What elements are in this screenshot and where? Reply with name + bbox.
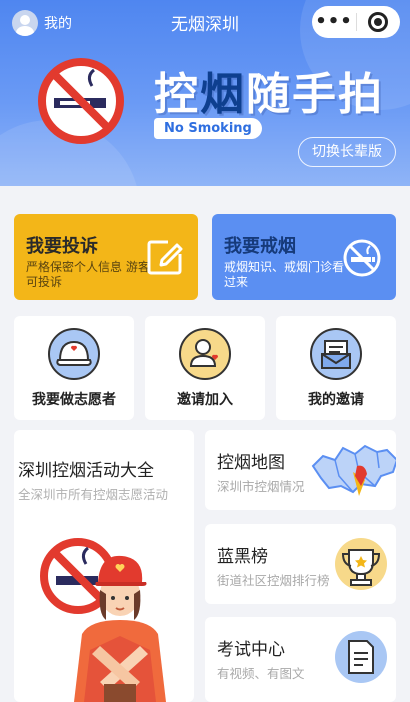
map-title: 控烟地图	[217, 453, 285, 473]
hero-banner: 我的 无烟深圳 ••• 控烟随手拍 No Smoking 切换长辈版	[0, 0, 410, 186]
no-smoking-sign-icon	[36, 56, 126, 150]
my-invitation-icon	[310, 328, 362, 380]
close-mini-program-icon[interactable]	[357, 6, 400, 38]
hero-title: 控烟随手拍	[154, 69, 384, 120]
exam-center-card[interactable]: 考试中心 有视频、有图文	[205, 617, 396, 702]
smoke-control-map-card[interactable]: 控烟地图 深圳市控烟情况	[205, 430, 396, 510]
quit-smoking-title: 我要戒烟	[224, 236, 296, 257]
activity-title: 深圳控烟活动大全	[18, 461, 154, 481]
no-smoking-tag: No Smoking	[154, 118, 262, 139]
volunteer-shortcut[interactable]: 我要做志愿者	[14, 316, 134, 420]
exam-title: 考试中心	[217, 640, 285, 660]
invite-user-icon	[179, 328, 231, 380]
mini-program-capsule: •••	[312, 6, 400, 38]
volunteer-cap-icon	[48, 328, 100, 380]
map-icon	[311, 444, 396, 496]
quit-smoking-card[interactable]: 我要戒烟 戒烟知识、戒烟门诊看过来	[212, 214, 396, 300]
quit-smoking-subtitle: 戒烟知识、戒烟门诊看过来	[224, 260, 345, 289]
trophy-icon	[335, 538, 387, 590]
switch-elder-mode-button[interactable]: 切换长辈版	[298, 137, 396, 167]
more-menu-button[interactable]: •••	[312, 6, 356, 38]
ranking-card[interactable]: 蓝黑榜 街道社区控烟排行榜	[205, 524, 396, 604]
volunteer-illustration	[40, 538, 166, 702]
my-invitation-label: 我的邀请	[308, 392, 364, 408]
complaint-title: 我要投诉	[26, 236, 98, 257]
map-subtitle: 深圳市控烟情况	[217, 479, 305, 494]
ranking-title: 蓝黑榜	[217, 547, 268, 567]
exam-icon	[335, 631, 387, 683]
ranking-subtitle: 街道社区控烟排行榜	[217, 573, 330, 588]
complaint-card[interactable]: 我要投诉 严格保密个人信息 游客可投诉	[14, 214, 198, 300]
invite-label: 邀请加入	[177, 392, 233, 408]
volunteer-label: 我要做志愿者	[32, 392, 116, 408]
exam-subtitle: 有视频、有图文	[217, 666, 305, 681]
my-invitation-shortcut[interactable]: 我的邀请	[276, 316, 396, 420]
no-smoking-icon	[342, 238, 382, 282]
edit-icon	[146, 238, 184, 280]
complaint-subtitle: 严格保密个人信息 游客可投诉	[26, 260, 150, 289]
activity-subtitle: 全深圳市所有控烟志愿活动	[18, 487, 169, 502]
activity-card[interactable]: 深圳控烟活动大全 全深圳市所有控烟志愿活动	[14, 430, 194, 702]
invite-shortcut[interactable]: 邀请加入	[145, 316, 265, 420]
